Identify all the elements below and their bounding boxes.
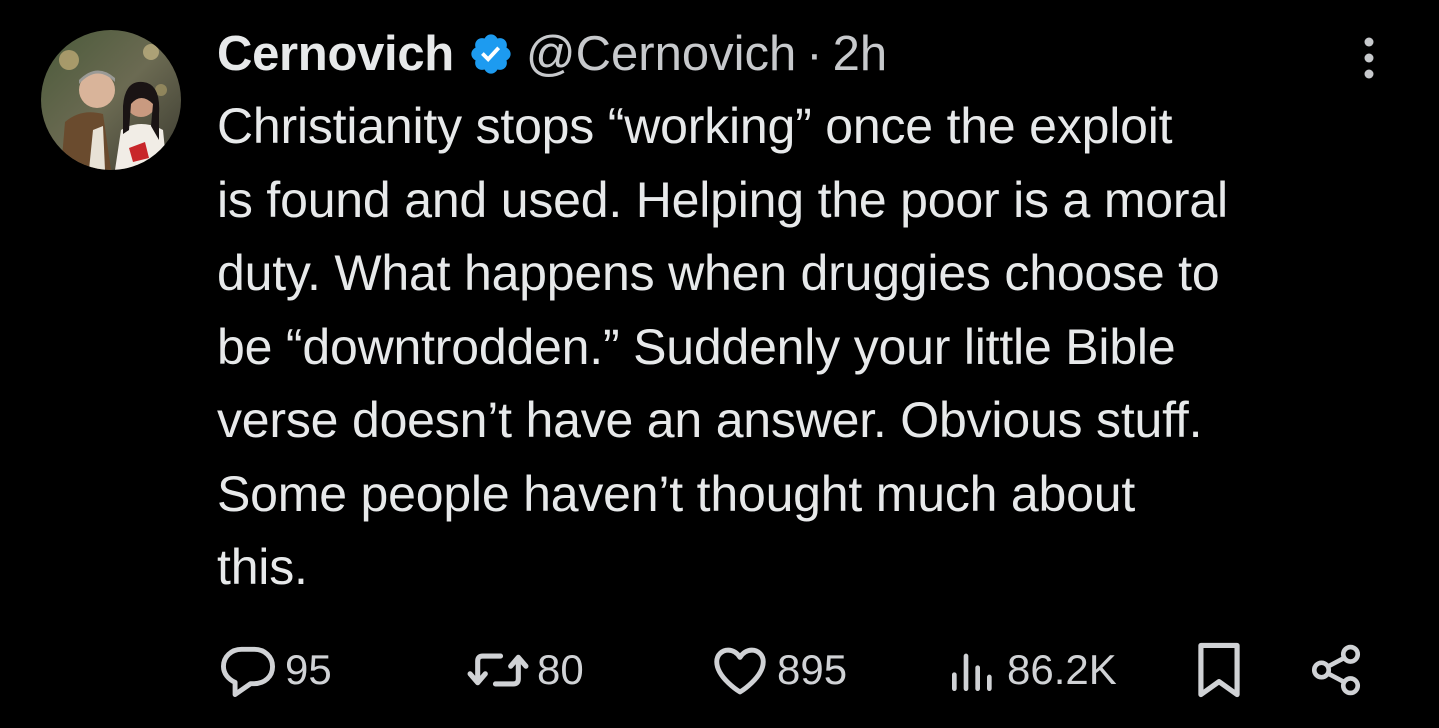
bookmark-icon (1193, 639, 1245, 701)
repost-button[interactable]: 80 (465, 632, 584, 708)
views-count: 86.2K (1007, 646, 1117, 693)
more-vertical-icon[interactable] (1352, 34, 1386, 82)
timestamp[interactable]: 2h (833, 26, 888, 82)
separator-dot: · (806, 27, 823, 81)
bookmark-button[interactable] (1193, 632, 1245, 708)
repost-icon (465, 639, 531, 701)
like-button[interactable]: 895 (709, 632, 847, 708)
views-icon (945, 639, 1001, 701)
display-name[interactable]: Cernovich (217, 26, 454, 82)
views-button[interactable]: 86.2K (945, 632, 1117, 708)
handle[interactable]: @Cernovich (526, 26, 796, 82)
verified-badge-icon (468, 31, 514, 77)
share-button[interactable] (1307, 632, 1365, 708)
tweet-header: Cernovich @Cernovich · 2h (217, 22, 887, 86)
share-icon (1307, 639, 1365, 701)
heart-icon (709, 639, 771, 701)
reply-count: 95 (285, 646, 332, 693)
repost-count: 80 (537, 646, 584, 693)
tweet: Cernovich @Cernovich · 2h Christianity s… (0, 0, 1439, 728)
avatar[interactable] (41, 30, 181, 170)
reply-button[interactable]: 95 (217, 632, 332, 708)
avatar-photo (41, 30, 181, 170)
reply-icon (217, 639, 279, 701)
like-count: 895 (777, 646, 848, 693)
tweet-text: Christianity stops “working” once the ex… (217, 98, 1228, 595)
action-bar: 95 80 895 86.2K (217, 632, 1377, 708)
